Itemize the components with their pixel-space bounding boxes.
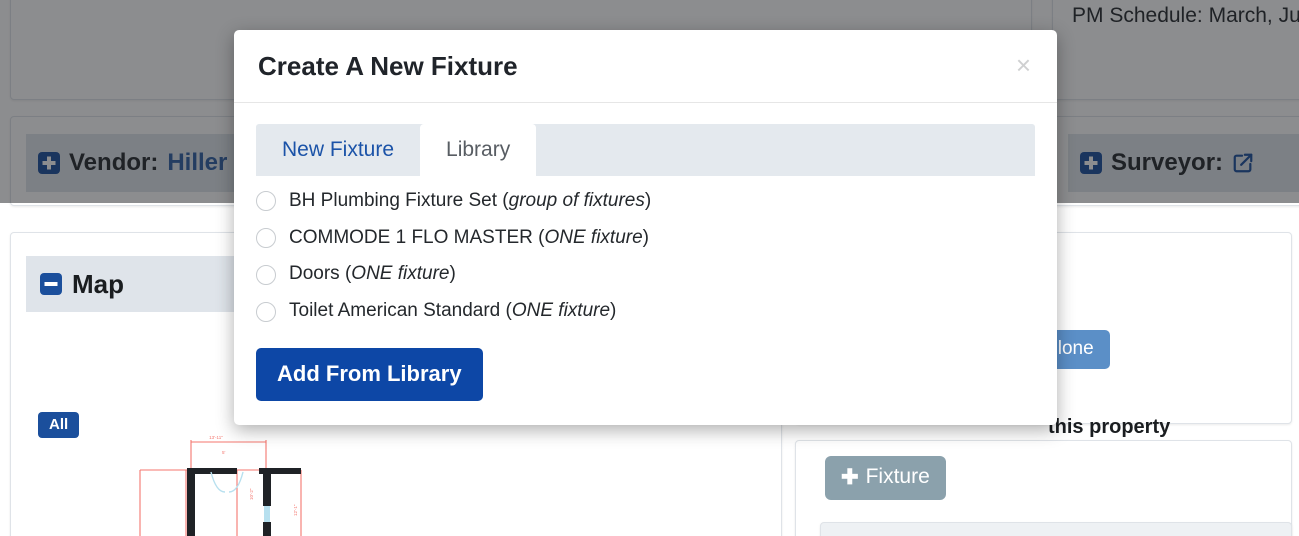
create-fixture-modal: Create A New Fixture × New Fixture Libra…: [234, 30, 1057, 426]
fixture-label: COMMODE 1 FLO MASTER (ONE fixture): [289, 226, 649, 248]
fixture-label: Doors (ONE fixture): [289, 263, 456, 285]
fixture-qualifier: ONE fixture: [544, 226, 643, 248]
fixture-name: BH Plumbing Fixture Set: [289, 189, 498, 211]
modal-body: New Fixture Library BH Plumbing Fixture …: [234, 103, 1057, 425]
modal-header: Create A New Fixture ×: [234, 30, 1057, 103]
list-item[interactable]: COMMODE 1 FLO MASTER (ONE fixture): [256, 227, 1035, 250]
svg-text:10'-2": 10'-2": [249, 488, 254, 500]
list-item[interactable]: BH Plumbing Fixture Set (group of fixtur…: [256, 190, 1035, 213]
modal-title: Create A New Fixture: [258, 51, 518, 81]
collapse-minus-icon[interactable]: [40, 273, 62, 295]
fixture-name: Doors: [289, 263, 340, 285]
fixture-name: COMMODE 1 FLO MASTER: [289, 226, 533, 248]
svg-text:12'-1": 12'-1": [293, 504, 298, 516]
fixture-label: Toilet American Standard (ONE fixture): [289, 300, 617, 322]
list-item[interactable]: Toilet American Standard (ONE fixture): [256, 300, 1035, 323]
map-filter-all-badge[interactable]: All: [38, 412, 80, 439]
tabs-filler: [536, 124, 1035, 176]
library-fixture-list: BH Plumbing Fixture Set (group of fixtur…: [256, 190, 1035, 323]
radio-icon[interactable]: [256, 301, 276, 322]
map-panel-title: Map: [72, 268, 124, 299]
bottom-strip-panel: [820, 522, 1292, 536]
svg-text:13'-11": 13'-11": [209, 435, 223, 440]
fixture-name: Toilet American Standard: [289, 300, 501, 322]
list-item[interactable]: Doors (ONE fixture): [256, 263, 1035, 286]
fixture-qualifier: group of fixtures: [508, 189, 645, 211]
fixture-qualifier: ONE fixture: [511, 300, 611, 322]
add-from-library-button[interactable]: Add From Library: [256, 348, 483, 402]
plus-icon: ✚: [841, 465, 859, 489]
radio-icon[interactable]: [256, 191, 276, 212]
add-fixture-button-label: Fixture: [865, 465, 930, 488]
svg-text:5': 5': [222, 450, 226, 455]
add-fixture-button[interactable]: ✚ Fixture: [825, 456, 946, 500]
radio-icon[interactable]: [256, 264, 276, 285]
fixture-label: BH Plumbing Fixture Set (group of fixtur…: [289, 189, 652, 211]
fixture-qualifier: ONE fixture: [351, 263, 450, 285]
screenshot-root: PM Schedule: March, Jun Vendor: Hiller S…: [0, 0, 1299, 536]
this-property-label: this property: [1048, 416, 1171, 438]
tab-new-fixture[interactable]: New Fixture: [256, 124, 420, 176]
close-icon[interactable]: ×: [1008, 48, 1039, 82]
tab-library[interactable]: Library: [420, 123, 537, 176]
modal-tabs: New Fixture Library: [256, 123, 1035, 176]
radio-icon[interactable]: [256, 228, 276, 249]
